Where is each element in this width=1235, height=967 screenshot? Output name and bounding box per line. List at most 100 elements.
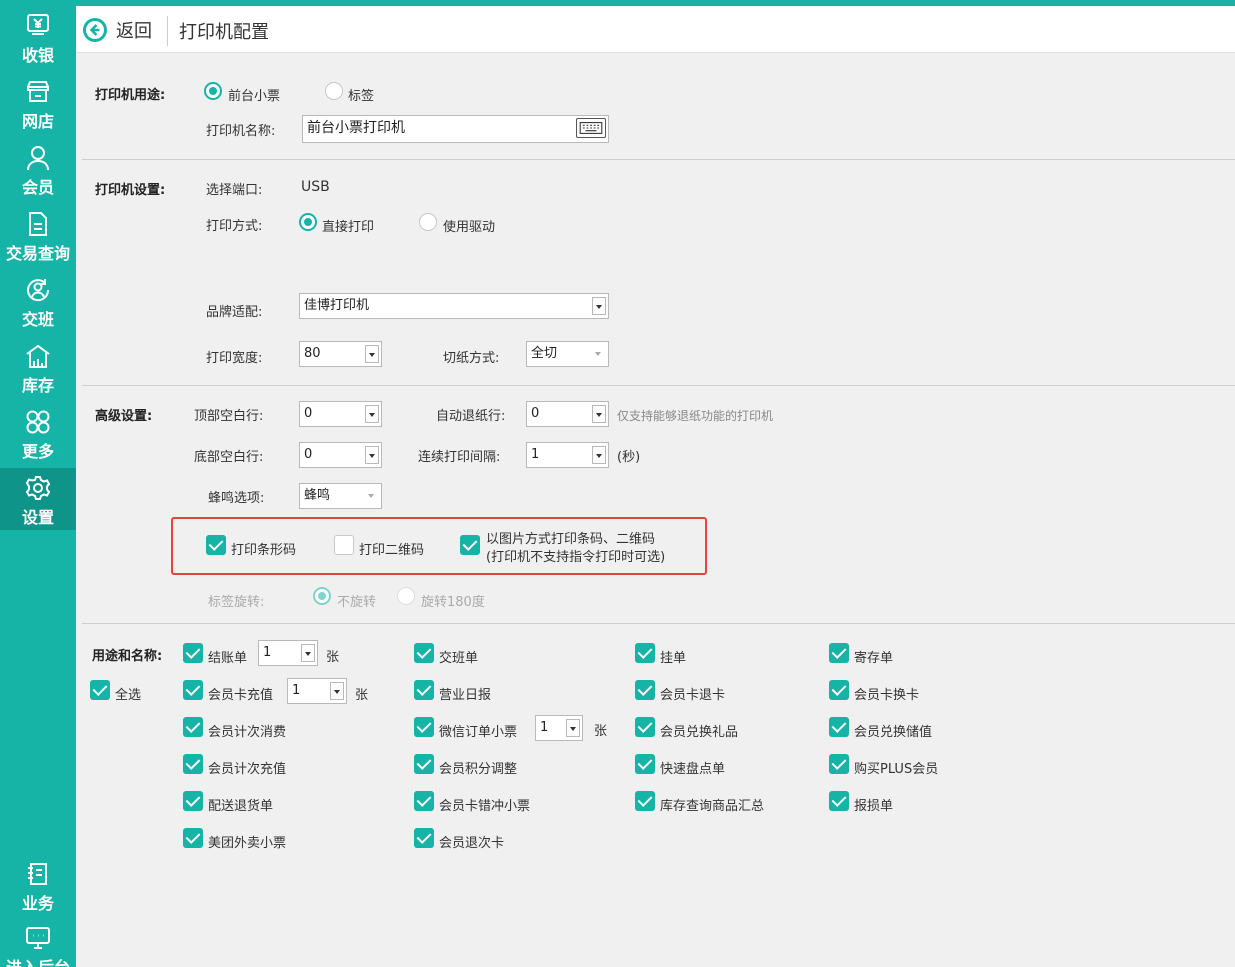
sidebar-item-transactions[interactable]: 交易查询 [0, 204, 76, 266]
auto-retract-select[interactable]: 0 [526, 401, 609, 427]
purpose-checkbox-wechat-order[interactable] [414, 717, 434, 737]
wechat-order-copies-select[interactable]: 1 [535, 715, 583, 741]
print-mode-radio-direct[interactable] [299, 213, 317, 231]
purpose-checkbox-redeem-stored[interactable] [829, 717, 849, 737]
purpose-label: 会员计次充值 [208, 762, 287, 777]
back-button[interactable]: 返回 [82, 17, 152, 43]
sidebar-item-backend[interactable]: 进入后台 [0, 918, 76, 967]
print-width-select[interactable]: 80 [299, 341, 382, 367]
label-rotate-label: 标签旋转: [208, 595, 265, 610]
sidebar-item-label: 设置 [21, 508, 54, 527]
print-mode-radio-driver[interactable] [419, 213, 437, 231]
top-blank-select[interactable]: 0 [299, 401, 382, 427]
purpose-checkbox-count-topup[interactable] [183, 754, 203, 774]
purpose-checkbox-points-adjust[interactable] [414, 754, 434, 774]
purpose-checkbox-shift[interactable] [414, 643, 434, 663]
shift-handover-icon [27, 279, 50, 302]
sidebar-item-business[interactable]: 业务 [0, 854, 76, 916]
rotate-radio-180[interactable] [397, 587, 415, 605]
port-value: USB [301, 179, 330, 195]
usage-radio-receipt[interactable] [204, 82, 222, 100]
header-divider [167, 16, 168, 46]
card-topup-copies-select[interactable]: 1 [287, 678, 347, 704]
print-barcode-checkbox[interactable] [206, 535, 226, 555]
sidebar-item-member[interactable]: 会员 [0, 138, 76, 200]
purpose-checkbox-stock-summary[interactable] [635, 791, 655, 811]
purpose-checkbox-count-consume[interactable] [183, 717, 203, 737]
sidebar-item-shift[interactable]: 交班 [0, 270, 76, 332]
sidebar-item-label: 网店 [21, 112, 54, 131]
section-divider [82, 385, 1235, 386]
purpose-label: 会员兑换礼品 [660, 725, 739, 740]
print-interval-value: 1 [531, 447, 540, 462]
checkout-copies-select[interactable]: 1 [258, 640, 318, 666]
sidebar-item-label: 交易查询 [5, 244, 70, 263]
printer-name-value: 前台小票打印机 [307, 120, 405, 136]
print-as-image-checkbox[interactable] [460, 535, 480, 555]
page-title: 打印机配置 [179, 22, 269, 43]
bottom-blank-select[interactable]: 0 [299, 442, 382, 468]
purpose-checkbox-daily-report[interactable] [414, 680, 434, 700]
printer-name-input[interactable]: 前台小票打印机 [302, 115, 609, 143]
print-qrcode-checkbox[interactable] [334, 535, 354, 555]
print-width-label: 打印宽度: [206, 351, 263, 366]
print-interval-select[interactable]: 1 [526, 442, 609, 468]
purpose-checkbox-refund-count-card[interactable] [414, 828, 434, 848]
sidebar-item-store[interactable]: 网店 [0, 72, 76, 134]
sidebar-item-inventory[interactable]: 库存 [0, 336, 76, 398]
beep-select[interactable]: 蜂鸣 [299, 483, 382, 509]
purpose-checkbox-delivery-return[interactable] [183, 791, 203, 811]
chevron-down-icon [330, 682, 344, 700]
page-header: 返回 打印机配置 [76, 6, 1235, 53]
chevron-down-icon [592, 446, 606, 464]
sidebar-item-label: 业务 [21, 894, 54, 913]
cut-mode-select[interactable]: 全切 [526, 341, 609, 367]
purpose-checkbox-card-return[interactable] [635, 680, 655, 700]
chevron-down-icon [592, 345, 606, 363]
purpose-checkbox-meituan[interactable] [183, 828, 203, 848]
bottom-blank-value: 0 [304, 447, 313, 462]
sidebar-item-label: 收银 [21, 46, 54, 65]
purpose-label: 配送退货单 [208, 799, 274, 814]
purpose-checkbox-redeem-gift[interactable] [635, 717, 655, 737]
purpose-checkbox-quick-stocktake[interactable] [635, 754, 655, 774]
store-icon [27, 81, 49, 102]
purpose-checkbox-hold[interactable] [635, 643, 655, 663]
purpose-checkbox-checkout[interactable] [183, 643, 203, 663]
purpose-checkbox-card-replace[interactable] [829, 680, 849, 700]
brand-select[interactable]: 佳博打印机 [299, 293, 609, 319]
print-barcode-label: 打印条形码 [231, 543, 297, 558]
usage-option-label-label: 标签 [348, 89, 375, 104]
sidebar-item-label: 更多 [21, 442, 54, 461]
copies-unit: 张 [355, 688, 369, 703]
usage-radio-label[interactable] [325, 82, 343, 100]
usage-section-label: 打印机用途: [95, 88, 166, 103]
document-icon [29, 212, 47, 236]
purposes-section-label: 用途和名称: [92, 649, 163, 664]
sidebar-item-cashier[interactable]: 收银 [0, 6, 76, 68]
wechat-order-copies-value: 1 [540, 720, 549, 735]
select-all-label: 全选 [115, 688, 142, 703]
purpose-checkbox-card-reversal[interactable] [414, 791, 434, 811]
purpose-checkbox-deposit[interactable] [829, 643, 849, 663]
rotate-radio-none[interactable] [313, 587, 331, 605]
copies-unit: 张 [326, 650, 340, 665]
print-width-value: 80 [304, 346, 321, 361]
purpose-checkbox-loss-report[interactable] [829, 791, 849, 811]
top-blank-label: 顶部空白行: [194, 409, 264, 424]
print-interval-label: 连续打印间隔: [418, 450, 501, 465]
chevron-down-icon [301, 644, 315, 662]
sidebar-item-more[interactable]: 更多 [0, 402, 76, 464]
select-all-checkbox[interactable] [90, 680, 110, 700]
sidebar-item-settings[interactable]: 设置 [0, 468, 76, 530]
backend-monitor-icon [26, 927, 50, 949]
purpose-checkbox-plus-member[interactable] [829, 754, 849, 774]
card-topup-copies-value: 1 [292, 683, 301, 698]
more-grid-icon [26, 410, 50, 434]
printer-name-label: 打印机名称: [206, 124, 276, 139]
yen-register-icon [27, 14, 49, 35]
advanced-section-label: 高级设置: [95, 409, 153, 424]
purpose-label: 会员卡错冲小票 [439, 799, 531, 814]
purpose-checkbox-card-topup[interactable] [183, 680, 203, 700]
keyboard-icon[interactable] [576, 118, 606, 138]
